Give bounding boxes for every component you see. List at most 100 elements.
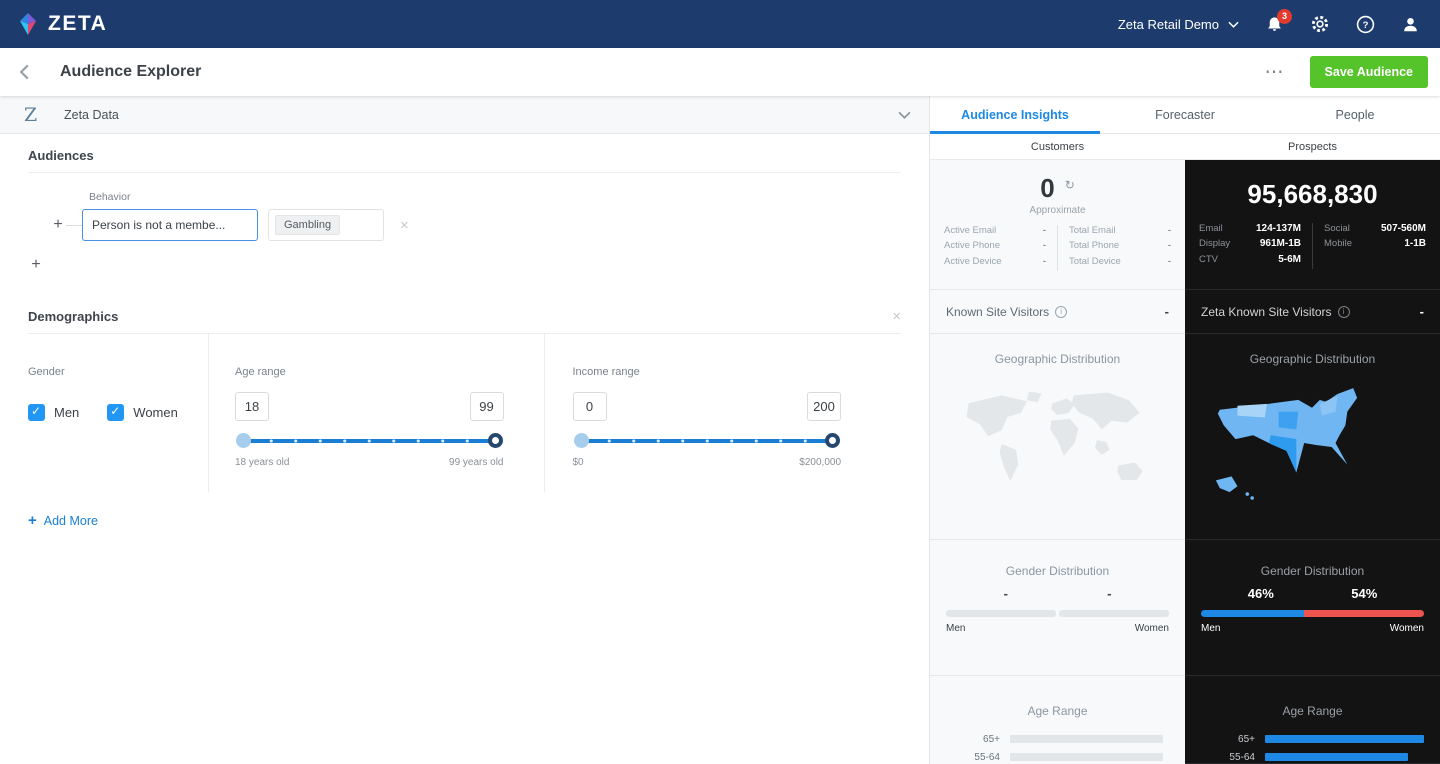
age-range-column: Age range 18 years old 99 years (207, 334, 544, 492)
checkbox-men[interactable]: Men (28, 404, 79, 421)
customers-column-header: Customers (1030, 140, 1085, 153)
usa-map-image (1215, 388, 1357, 500)
person-icon (1404, 17, 1417, 31)
chevron-left-icon (19, 64, 29, 80)
age-range-label: Age range (234, 366, 286, 378)
age-max-input[interactable] (469, 392, 504, 421)
men-value: 46% (1247, 586, 1274, 601)
checkbox-checked-icon[interactable] (28, 404, 45, 421)
account-switcher[interactable]: Zeta Retail Demo (1118, 17, 1239, 32)
app: ZETA Zeta Retail Demo 3 ? Audience Explo… (0, 0, 1440, 764)
data-source-header[interactable]: Z Zeta Data (0, 96, 929, 134)
behavior-tag-chip[interactable]: Gambling (275, 215, 341, 235)
save-audience-button[interactable]: Save Audience (1309, 56, 1428, 88)
checkbox-checked-icon[interactable] (107, 404, 125, 421)
income-max-input[interactable] (807, 392, 842, 421)
stat-label: Active Device (944, 255, 1002, 267)
chevron-down-icon (238, 222, 248, 229)
behavior-tag-input[interactable]: Gambling (268, 209, 384, 241)
income-min-input[interactable] (572, 392, 607, 421)
audience-builder-panel: Z Zeta Data Audiences Behavior + Person … (0, 96, 930, 764)
gender-column: Gender Men Women (28, 334, 208, 492)
slider-track[interactable] (580, 438, 834, 443)
notification-badge: 3 (1277, 8, 1292, 24)
slider-min-handle[interactable] (235, 433, 251, 448)
known-site-visitors-row: Known Site Visitors i - (930, 290, 1185, 334)
age-row: 65+ (930, 730, 1185, 748)
gender-options: Men Women (28, 404, 182, 421)
checkbox-men-label: Men (54, 405, 80, 420)
stat-value: 507-560M (1380, 222, 1426, 234)
info-icon[interactable]: i (1055, 305, 1068, 318)
prospects-gender-section: Gender Distribution 46% 54% Men Women (1185, 540, 1440, 676)
tab-audience-insights[interactable]: Audience Insights (930, 96, 1100, 134)
back-button[interactable] (0, 63, 48, 81)
notifications-button[interactable]: 3 (1265, 8, 1292, 34)
slider-min-handle[interactable] (573, 433, 589, 448)
zeta-logo[interactable]: ZETA (16, 11, 107, 37)
stat-label: Social (1324, 222, 1350, 234)
stat-value: 961M-1B (1259, 238, 1301, 250)
topnav-actions: Zeta Retail Demo 3 ? (1118, 8, 1420, 34)
stat-label: CTV (1199, 253, 1218, 265)
remove-rule-button[interactable]: × (400, 218, 409, 233)
add-more-button[interactable]: + Add More (28, 512, 98, 529)
men-value: - (1003, 586, 1008, 601)
help-button[interactable]: ? (1356, 15, 1375, 34)
refresh-icon[interactable]: ↻ (1065, 178, 1075, 192)
behavior-rule-row: + Person is not a membe... Gambling × (50, 209, 901, 241)
customers-age-section: Age Range 65+ 55-64 (930, 676, 1185, 764)
age-range-captions: 18 years old 99 years old (235, 457, 504, 468)
prospects-age-section: Age Range 65+ 55-64 (1185, 676, 1440, 764)
checkbox-women[interactable]: Women (107, 404, 178, 421)
stat-value: - (1167, 255, 1171, 267)
stat-value: 1-1B (1404, 238, 1426, 250)
slider-max-handle[interactable] (825, 433, 841, 448)
men-bar-segment (1201, 610, 1304, 617)
account-name: Zeta Retail Demo (1117, 16, 1219, 32)
page-title: Audience Explorer (60, 63, 202, 80)
age-max-caption: 99 years old (449, 457, 504, 468)
geo-title: Geographic Distribution (1249, 352, 1376, 366)
age-bar (1010, 735, 1163, 743)
add-condition-button[interactable]: + (50, 217, 66, 233)
insights-column-headers: Customers Prospects (930, 134, 1440, 160)
women-value: - (1107, 586, 1112, 601)
age-bar (1010, 753, 1163, 761)
audiences-title: Audiences (28, 148, 94, 163)
age-min-input[interactable] (234, 392, 269, 421)
income-range-captions: $0 $200,000 (573, 457, 842, 468)
stat-value: 5-6M (1278, 253, 1301, 265)
more-options-button[interactable]: ⋯ (1265, 61, 1286, 84)
behavior-operator-dropdown[interactable]: Person is not a membe... (82, 209, 258, 241)
collapse-chevron-icon[interactable] (898, 111, 911, 119)
remove-demographics-button[interactable]: × (892, 309, 901, 324)
tab-people[interactable]: People (1270, 96, 1440, 133)
demographics-card: Gender Men Women (28, 334, 901, 492)
demographics-title: Demographics (28, 309, 119, 324)
user-menu-button[interactable] (1401, 15, 1420, 34)
add-rule-button[interactable]: + (28, 257, 44, 273)
plus-icon: + (28, 512, 37, 529)
prospects-count: 95,668,830 (1247, 179, 1378, 209)
tab-forecaster[interactable]: Forecaster (1100, 96, 1270, 133)
brand-wordmark: ZETA (48, 12, 108, 35)
age-range-title: Age Range (1027, 704, 1088, 718)
prospects-column-header: Prospects (1288, 140, 1337, 153)
stat-label: Mobile (1324, 238, 1352, 250)
stat-value: - (1167, 240, 1171, 252)
add-more-label: Add More (43, 513, 98, 528)
chevron-down-icon (1228, 21, 1239, 28)
stat-label: Active Phone (944, 240, 1000, 252)
men-label: Men (1201, 623, 1221, 634)
stat-value: 124-137M (1255, 222, 1301, 234)
women-label: Women (1389, 623, 1424, 634)
stat-label: Display (1199, 238, 1231, 250)
slider-max-handle[interactable] (487, 433, 503, 448)
info-icon[interactable]: i (1337, 305, 1350, 318)
slider-track[interactable] (242, 438, 496, 443)
settings-button[interactable] (1310, 14, 1330, 34)
gender-distribution-title: Gender Distribution (1005, 564, 1110, 578)
age-row: 65+ (1185, 730, 1440, 748)
men-label: Men (946, 623, 966, 634)
